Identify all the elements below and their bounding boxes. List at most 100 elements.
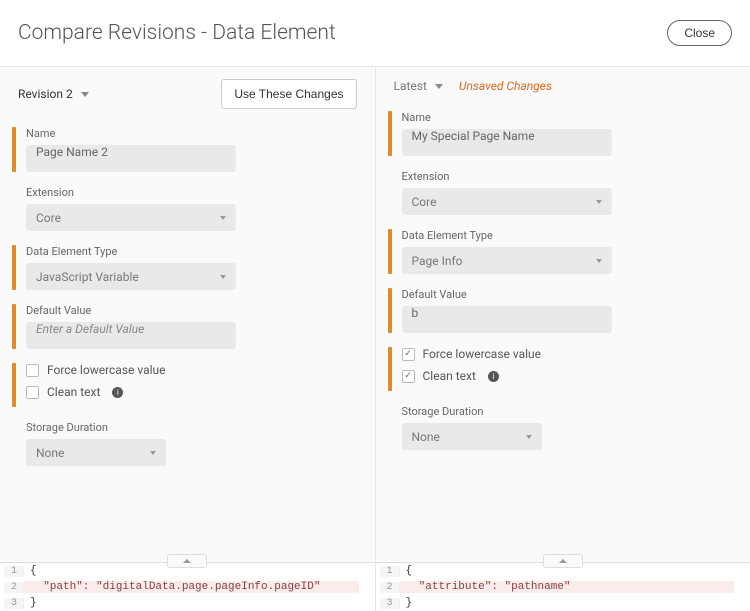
name-label: Name [26, 127, 357, 140]
force-lowercase-row: Force lowercase value [402, 347, 733, 361]
default-input[interactable]: Enter a Default Value [26, 322, 236, 349]
chevron-down-icon [220, 275, 226, 279]
diff-marker [12, 127, 16, 172]
extension-label: Extension [26, 186, 357, 199]
code-line-3: 3 } [376, 595, 750, 611]
diff-marker [388, 405, 392, 450]
diff-marker [388, 170, 392, 215]
right-pane: Latest Unsaved Changes Name My Special P… [375, 67, 750, 611]
line-number: 3 [380, 598, 400, 609]
line-number: 1 [4, 566, 24, 577]
right-pane-header: Latest Unsaved Changes [376, 67, 750, 105]
info-icon[interactable]: i [488, 371, 499, 382]
field-storage: Storage Duration None [12, 421, 357, 466]
info-icon[interactable]: i [112, 387, 123, 398]
code-line-2: 2 "attribute": "pathname" [376, 579, 750, 595]
code-text: "path": "digitalData.page.pageInfo.pageI… [24, 581, 359, 593]
force-lowercase-checkbox[interactable] [26, 364, 39, 377]
field-storage: Storage Duration None [388, 405, 733, 450]
collapse-handle[interactable] [543, 554, 583, 568]
field-extension: Extension Core [12, 186, 357, 231]
extension-select[interactable]: Core [402, 188, 612, 215]
page-header: Compare Revisions - Data Element Close [0, 0, 750, 67]
diff-marker [388, 229, 392, 274]
unsaved-changes-label: Unsaved Changes [459, 79, 552, 93]
type-label: Data Element Type [26, 245, 357, 258]
chevron-down-icon [435, 84, 443, 89]
name-input[interactable]: My Special Page Name [402, 129, 612, 156]
compare-panes: Revision 2 Use These Changes Name Page N… [0, 67, 750, 611]
type-select[interactable]: Page Info [402, 247, 612, 274]
code-line-3: 3 } [0, 595, 375, 611]
field-type: Data Element Type Page Info [388, 229, 733, 274]
storage-label: Storage Duration [402, 405, 733, 418]
left-pane: Revision 2 Use These Changes Name Page N… [0, 67, 376, 611]
clean-text-checkbox[interactable] [26, 386, 39, 399]
field-default: Default Value Enter a Default Value [12, 304, 357, 349]
code-line-2: 2 "path": "digitalData.page.pageInfo.pag… [0, 579, 375, 595]
code-text: } [24, 597, 359, 609]
storage-label: Storage Duration [26, 421, 357, 434]
diff-marker [12, 421, 16, 466]
clean-text-checkbox[interactable] [402, 370, 415, 383]
default-label: Default Value [26, 304, 357, 317]
extension-label: Extension [402, 170, 733, 183]
collapse-handle[interactable] [167, 554, 207, 568]
chevron-down-icon [596, 259, 602, 263]
left-form: Name Page Name 2 Extension Core Data El [0, 121, 375, 562]
field-default: Default Value b [388, 288, 733, 333]
line-number: 2 [4, 582, 24, 593]
diff-marker [12, 304, 16, 349]
field-name: Name Page Name 2 [12, 127, 357, 172]
diff-marker [388, 347, 392, 391]
chevron-down-icon [526, 435, 532, 439]
chevron-down-icon [150, 451, 156, 455]
diff-marker [12, 186, 16, 231]
line-number: 1 [380, 566, 400, 577]
clean-text-row: Clean text i [402, 369, 733, 383]
name-label: Name [402, 111, 733, 124]
left-pane-header: Revision 2 Use These Changes [0, 67, 375, 121]
diff-marker [388, 111, 392, 156]
line-number: 2 [380, 582, 400, 593]
force-lowercase-label: Force lowercase value [47, 363, 166, 377]
revision-selector-left[interactable]: Revision 2 [18, 87, 89, 101]
close-button[interactable]: Close [667, 20, 732, 46]
revision-label: Latest [394, 79, 427, 93]
name-input[interactable]: Page Name 2 [26, 145, 236, 172]
storage-select[interactable]: None [402, 423, 542, 450]
right-form: Name My Special Page Name Extension Core [376, 105, 750, 562]
storage-select[interactable]: None [26, 439, 166, 466]
field-type: Data Element Type JavaScript Variable [12, 245, 357, 290]
force-lowercase-row: Force lowercase value [26, 363, 357, 377]
revision-label: Revision 2 [18, 87, 73, 101]
type-label: Data Element Type [402, 229, 733, 242]
extension-value: Core [36, 211, 61, 225]
field-checkboxes: Force lowercase value Clean text i [388, 347, 733, 391]
code-text: } [400, 597, 735, 609]
code-text: "attribute": "pathname" [400, 581, 735, 593]
use-changes-button[interactable]: Use These Changes [221, 79, 356, 109]
field-checkboxes: Force lowercase value Clean text i [12, 363, 357, 407]
force-lowercase-label: Force lowercase value [423, 347, 542, 361]
chevron-down-icon [220, 216, 226, 220]
field-extension: Extension Core [388, 170, 733, 215]
chevron-down-icon [81, 92, 89, 97]
force-lowercase-checkbox[interactable] [402, 348, 415, 361]
clean-text-label: Clean text [423, 369, 476, 383]
storage-value: None [36, 446, 64, 460]
type-value: JavaScript Variable [36, 270, 139, 284]
diff-marker [388, 288, 392, 333]
revision-selector-right[interactable]: Latest [394, 79, 443, 93]
diff-marker [12, 363, 16, 407]
storage-value: None [412, 430, 440, 444]
extension-value: Core [412, 195, 437, 209]
default-input[interactable]: b [402, 306, 612, 333]
diff-marker [12, 245, 16, 290]
line-number: 3 [4, 598, 24, 609]
chevron-down-icon [596, 200, 602, 204]
extension-select[interactable]: Core [26, 204, 236, 231]
default-label: Default Value [402, 288, 733, 301]
clean-text-row: Clean text i [26, 385, 357, 399]
type-select[interactable]: JavaScript Variable [26, 263, 236, 290]
